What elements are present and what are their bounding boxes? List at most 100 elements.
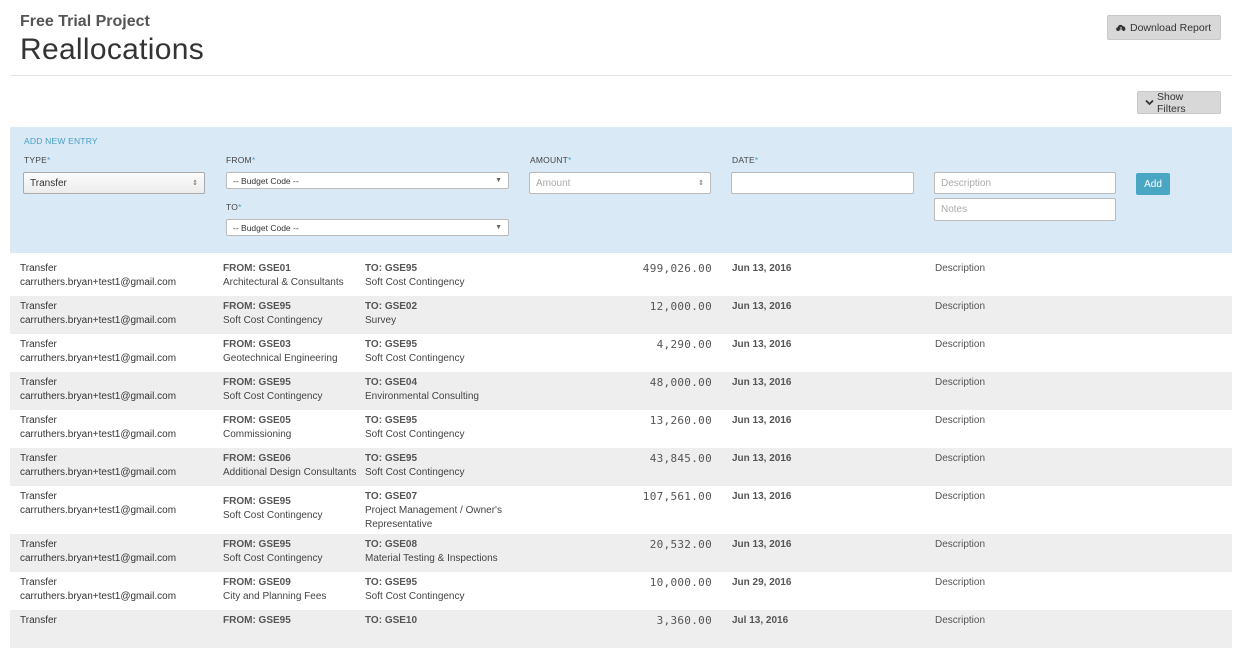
entry-user: carruthers.bryan+test1@gmail.com xyxy=(20,505,177,516)
to-name: Soft Cost Contingency xyxy=(365,353,465,364)
to-code: TO: GSE95 xyxy=(365,577,418,588)
from-code: FROM: GSE95 xyxy=(223,377,291,388)
description-cell: Description xyxy=(935,339,986,350)
from-cell: FROM: GSE95 xyxy=(223,614,363,628)
amount-cell: 20,532.00 xyxy=(649,538,712,551)
entry-user: carruthers.bryan+test1@gmail.com xyxy=(20,591,177,602)
table-row[interactable]: Transfer carruthers.bryan+test1@gmail.com… xyxy=(10,486,1232,534)
to-code: TO: GSE95 xyxy=(365,339,418,350)
to-name: Survey xyxy=(365,315,397,326)
download-report-button[interactable]: Download Report xyxy=(1107,15,1221,40)
to-cell: TO: GSE95 Soft Cost Contingency xyxy=(365,338,525,366)
from-name: City and Planning Fees xyxy=(223,591,327,602)
to-name: Material Testing & Inspections xyxy=(365,553,498,564)
entry-user: carruthers.bryan+test1@gmail.com xyxy=(20,353,177,364)
entry-user: carruthers.bryan+test1@gmail.com xyxy=(20,429,177,440)
show-filters-button[interactable]: Show Filters xyxy=(1137,91,1221,115)
to-budget-code-select[interactable]: -- Budget Code -- ▼ xyxy=(226,219,509,236)
table-row[interactable]: Transfer carruthers.bryan+test1@gmail.com… xyxy=(10,296,1232,334)
type-select[interactable]: Transfer ⇕ xyxy=(23,172,205,194)
from-label-text: FROM xyxy=(226,155,252,165)
from-code: FROM: GSE09 xyxy=(223,577,291,588)
table-row[interactable]: Transfer carruthers.bryan+test1@gmail.com… xyxy=(10,372,1232,410)
type-cell: Transfer carruthers.bryan+test1@gmail.com xyxy=(20,414,176,442)
entry-type: Transfer xyxy=(20,539,57,550)
from-cell: FROM: GSE01 Architectural & Consultants xyxy=(223,262,363,290)
from-label: FROM* xyxy=(226,155,255,165)
from-cell: FROM: GSE03 Geotechnical Engineering xyxy=(223,338,363,366)
entry-type: Transfer xyxy=(20,415,57,426)
type-cell: Transfer carruthers.bryan+test1@gmail.com xyxy=(20,262,176,290)
to-code: TO: GSE02 xyxy=(365,301,418,312)
from-budget-code-select[interactable]: -- Budget Code -- ▼ xyxy=(226,172,509,189)
amount-cell: 43,845.00 xyxy=(649,452,712,465)
amount-label: AMOUNT* xyxy=(530,155,572,165)
entry-type: Transfer xyxy=(20,615,57,626)
entry-user: carruthers.bryan+test1@gmail.com xyxy=(20,553,177,564)
notes-input[interactable]: Notes xyxy=(934,198,1116,221)
entry-type: Transfer xyxy=(20,453,57,464)
amount-input[interactable]: Amount ⇕ xyxy=(529,172,711,194)
description-cell: Description xyxy=(935,415,986,426)
from-code: FROM: GSE01 xyxy=(223,263,291,274)
description-cell: Description xyxy=(935,377,986,388)
to-cell: TO: GSE95 Soft Cost Contingency xyxy=(365,414,525,442)
from-code: FROM: GSE03 xyxy=(223,339,291,350)
description-cell: Description xyxy=(935,577,986,588)
table-row[interactable]: Transfer carruthers.bryan+test1@gmail.com… xyxy=(10,410,1232,448)
type-select-value: Transfer xyxy=(30,177,67,189)
date-cell: Jun 13, 2016 xyxy=(732,339,792,350)
type-cell: Transfer carruthers.bryan+test1@gmail.com xyxy=(20,376,176,404)
table-row[interactable]: Transfer carruthers.bryan+test1@gmail.com… xyxy=(10,334,1232,372)
table-row[interactable]: Transfer carruthers.bryan+test1@gmail.com… xyxy=(10,258,1232,296)
from-name: Geotechnical Engineering xyxy=(223,353,338,364)
to-name: Environmental Consulting xyxy=(365,391,479,402)
from-cell: FROM: GSE95 Soft Cost Contingency xyxy=(223,300,363,328)
date-cell: Jun 13, 2016 xyxy=(732,263,792,274)
date-label: DATE* xyxy=(732,155,758,165)
to-code: TO: GSE10 xyxy=(365,615,418,626)
from-code: FROM: GSE05 xyxy=(223,415,291,426)
description-cell: Description xyxy=(935,615,986,626)
cloud-download-icon xyxy=(1116,24,1126,33)
chevron-down-icon: ▼ xyxy=(495,177,502,184)
from-cell: FROM: GSE09 City and Planning Fees xyxy=(223,576,363,604)
from-code: FROM: GSE06 xyxy=(223,453,291,464)
entry-type: Transfer xyxy=(20,339,57,350)
table-row[interactable]: Transfer carruthers.bryan+test1@gmail.com… xyxy=(10,534,1232,572)
download-report-label: Download Report xyxy=(1130,21,1212,34)
description-input[interactable]: Description xyxy=(934,172,1116,194)
date-cell: Jun 13, 2016 xyxy=(732,539,792,550)
required-mark: * xyxy=(238,202,242,212)
from-code: FROM: GSE95 xyxy=(223,615,291,626)
required-mark: * xyxy=(251,155,256,165)
from-code: FROM: GSE95 xyxy=(223,301,291,312)
add-button[interactable]: Add xyxy=(1136,173,1170,195)
from-name: Soft Cost Contingency xyxy=(223,510,323,521)
from-name: Additional Design Consultants xyxy=(223,467,357,478)
amount-cell: 107,561.00 xyxy=(642,490,712,503)
to-cell: TO: GSE04 Environmental Consulting xyxy=(365,376,525,404)
notes-placeholder: Notes xyxy=(941,204,968,215)
amount-label-text: AMOUNT xyxy=(530,155,569,165)
to-name: Soft Cost Contingency xyxy=(365,277,465,288)
date-cell: Jun 13, 2016 xyxy=(732,491,792,502)
to-label-text: TO xyxy=(226,202,239,212)
date-input[interactable] xyxy=(731,172,914,194)
header-divider xyxy=(10,75,1232,76)
from-cell: FROM: GSE95 Soft Cost Contingency xyxy=(223,538,363,566)
entry-user: carruthers.bryan+test1@gmail.com xyxy=(20,315,177,326)
add-new-entry-link[interactable]: ADD NEW ENTRY xyxy=(24,136,98,146)
to-code: TO: GSE04 xyxy=(365,377,418,388)
table-row[interactable]: Transfer carruthers.bryan+test1@gmail.com… xyxy=(10,448,1232,486)
to-name: Soft Cost Contingency xyxy=(365,429,465,440)
to-name: Soft Cost Contingency xyxy=(365,591,465,602)
type-cell: Transfer carruthers.bryan+test1@gmail.com xyxy=(20,538,176,566)
table-row[interactable]: Transfer carruthers.bryan+test1@gmail.com… xyxy=(10,572,1232,610)
to-cell: TO: GSE95 Soft Cost Contingency xyxy=(365,576,525,604)
page-header: Free Trial Project Reallocations xyxy=(20,13,204,67)
from-name: Soft Cost Contingency xyxy=(223,315,323,326)
to-code: TO: GSE95 xyxy=(365,415,418,426)
table-row[interactable]: Transfer FROM: GSE95 TO: GSE10 3,360.00 Jul … xyxy=(10,610,1232,648)
type-cell: Transfer carruthers.bryan+test1@gmail.com xyxy=(20,576,176,604)
